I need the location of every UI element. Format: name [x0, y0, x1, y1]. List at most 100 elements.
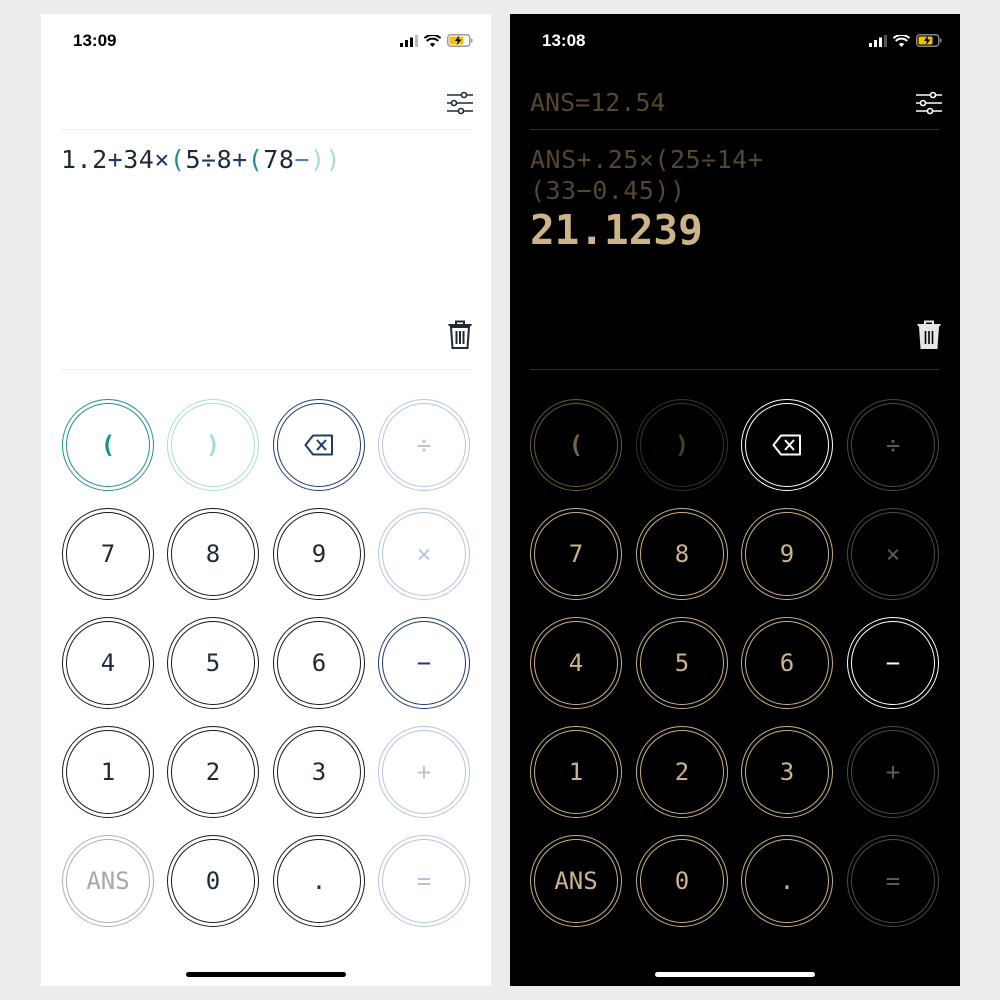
open-paren-button[interactable]: ( [62, 399, 154, 491]
key-label: 5 [674, 649, 690, 677]
key-label: ( [568, 431, 584, 459]
expression-token: 78 [263, 145, 295, 174]
backspace-icon [304, 434, 333, 456]
digit-9-button[interactable]: 9 [741, 508, 833, 600]
trash-icon[interactable] [916, 320, 942, 350]
trash-icon[interactable] [447, 320, 473, 350]
key-label: ) [205, 431, 221, 459]
key-label: ( [100, 431, 116, 459]
backspace-button[interactable] [741, 399, 833, 491]
key-label: 3 [779, 758, 795, 786]
multiply-button[interactable]: × [847, 508, 939, 600]
key-label: + [416, 758, 432, 786]
result-display: 21.1239 [530, 206, 703, 254]
expression-display: ANS+.25×(25÷14+(33−0.45)) [530, 145, 764, 205]
digit-7-button[interactable]: 7 [62, 508, 154, 600]
key-label: 0 [674, 867, 690, 895]
multiply-button[interactable]: × [378, 508, 470, 600]
status-bar: 13:09 [41, 14, 491, 70]
sliders-icon[interactable] [915, 90, 943, 116]
sliders-icon[interactable] [446, 90, 474, 116]
key-label: 1 [568, 758, 584, 786]
backspace-button[interactable] [273, 399, 365, 491]
key-label: ANS [554, 867, 598, 895]
key-label: 8 [205, 540, 221, 568]
digit-4-button[interactable]: 4 [62, 617, 154, 709]
open-paren-button[interactable]: ( [530, 399, 622, 491]
key-label: 4 [568, 649, 584, 677]
digit-7-button[interactable]: 7 [530, 508, 622, 600]
home-indicator[interactable] [655, 972, 815, 977]
status-icons [869, 34, 942, 47]
divider [530, 129, 940, 130]
divide-button[interactable]: ÷ [378, 399, 470, 491]
status-icons [400, 34, 473, 47]
digit-5-button[interactable]: 5 [636, 617, 728, 709]
digit-2-button[interactable]: 2 [167, 726, 259, 818]
expression-token: 1.2 [61, 145, 108, 174]
ans-button[interactable]: ANS [530, 835, 622, 927]
decimal-point-button[interactable]: . [741, 835, 833, 927]
key-label: + [885, 758, 901, 786]
expression-token: × [154, 145, 170, 174]
digit-5-button[interactable]: 5 [167, 617, 259, 709]
key-label: 7 [100, 540, 116, 568]
minus-button[interactable]: − [378, 617, 470, 709]
equals-button[interactable]: = [378, 835, 470, 927]
previous-answer: ANS=12.54 [530, 88, 666, 117]
equals-button[interactable]: = [847, 835, 939, 927]
key-label: − [416, 649, 432, 677]
key-label: 6 [311, 649, 327, 677]
key-label: . [779, 867, 795, 895]
divider [61, 369, 471, 370]
divide-button[interactable]: ÷ [847, 399, 939, 491]
battery-charging-icon [916, 34, 942, 47]
digit-4-button[interactable]: 4 [530, 617, 622, 709]
expression-token: − [294, 145, 310, 174]
divider [61, 129, 471, 130]
key-label: 6 [779, 649, 795, 677]
key-label: 0 [205, 867, 221, 895]
status-time: 13:08 [542, 31, 586, 50]
plus-button[interactable]: + [378, 726, 470, 818]
digit-0-button[interactable]: 0 [636, 835, 728, 927]
key-label: 1 [100, 758, 116, 786]
digit-9-button[interactable]: 9 [273, 508, 365, 600]
close-paren-button[interactable]: ) [167, 399, 259, 491]
expression-token: ) [309, 145, 326, 174]
digit-1-button[interactable]: 1 [530, 726, 622, 818]
expression-token: ÷ [201, 145, 217, 174]
backspace-icon [772, 434, 801, 456]
key-label: ÷ [416, 431, 432, 459]
key-label: 2 [674, 758, 690, 786]
decimal-point-button[interactable]: . [273, 835, 365, 927]
key-label: 9 [311, 540, 327, 568]
plus-button[interactable]: + [847, 726, 939, 818]
digit-3-button[interactable]: 3 [741, 726, 833, 818]
digit-6-button[interactable]: 6 [273, 617, 365, 709]
digit-3-button[interactable]: 3 [273, 726, 365, 818]
key-label: × [416, 540, 432, 568]
digit-8-button[interactable]: 8 [167, 508, 259, 600]
expression-token: 8 [216, 145, 233, 174]
expression-token: 5 [185, 145, 202, 174]
digit-6-button[interactable]: 6 [741, 617, 833, 709]
key-label: 8 [674, 540, 690, 568]
expression-token: 34 [123, 145, 155, 174]
key-label: ) [674, 431, 690, 459]
digit-0-button[interactable]: 0 [167, 835, 259, 927]
home-indicator[interactable] [186, 972, 346, 977]
key-label: = [416, 867, 432, 895]
digit-1-button[interactable]: 1 [62, 726, 154, 818]
key-label: 7 [568, 540, 584, 568]
ans-button[interactable]: ANS [62, 835, 154, 927]
status-bar: 13:08 [510, 14, 960, 70]
digit-2-button[interactable]: 2 [636, 726, 728, 818]
key-label: 4 [100, 649, 116, 677]
expression-token: + [232, 145, 248, 174]
minus-button[interactable]: − [847, 617, 939, 709]
close-paren-button[interactable]: ) [636, 399, 728, 491]
digit-8-button[interactable]: 8 [636, 508, 728, 600]
key-label: 2 [205, 758, 221, 786]
key-label: . [311, 867, 327, 895]
